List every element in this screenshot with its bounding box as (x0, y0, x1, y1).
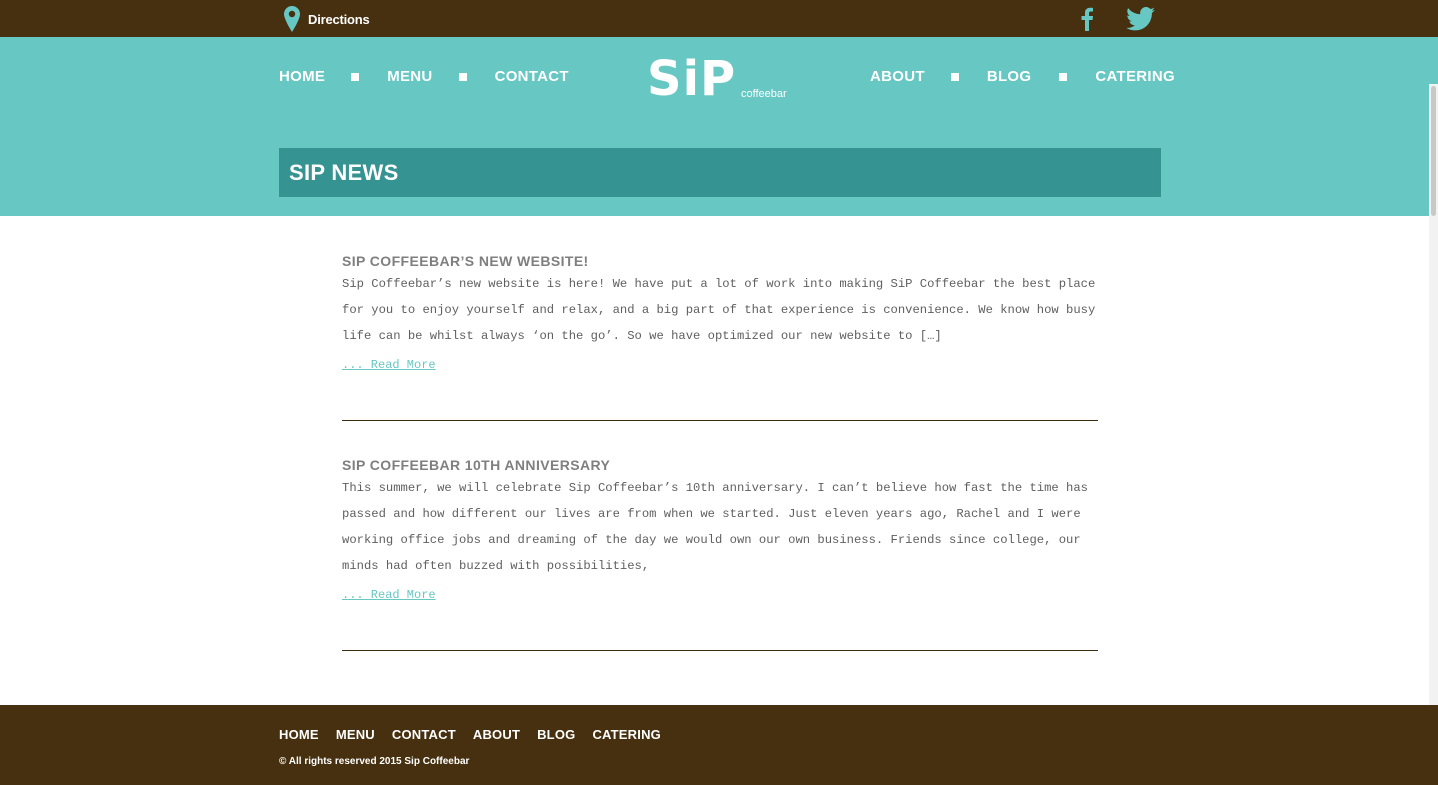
directions-label: Directions (308, 11, 370, 27)
footer-nav-home[interactable]: HOME (279, 727, 319, 742)
logo-brand: SiP (647, 56, 736, 102)
nav-catering[interactable]: CATERING (1095, 68, 1175, 85)
post-divider (342, 420, 1098, 421)
post-excerpt: Sip Coffeebar’s new website is here! We … (342, 277, 1096, 343)
post-title[interactable]: SIP COFFEEBAR’S NEW WEBSITE! (342, 253, 1098, 269)
nav-menu[interactable]: MENU (387, 68, 432, 85)
post-title[interactable]: SIP COFFEEBAR 10TH ANNIVERSARY (342, 457, 1098, 473)
sip-logo[interactable]: SiP coffeebar (647, 51, 797, 107)
top-bar: Directions (0, 0, 1438, 37)
logo-sub: coffeebar (741, 88, 787, 100)
footer-nav-blog[interactable]: BLOG (537, 727, 575, 742)
footer-nav: HOME MENU CONTACT ABOUT BLOG CATERING (279, 727, 678, 742)
twitter-icon[interactable] (1126, 7, 1155, 36)
nav-home[interactable]: HOME (279, 68, 325, 85)
main-nav-left: HOME MENU CONTACT (279, 68, 569, 85)
footer-nav-contact[interactable]: CONTACT (392, 727, 456, 742)
site-footer: HOME MENU CONTACT ABOUT BLOG CATERING © … (0, 705, 1438, 785)
nav-separator (1059, 72, 1068, 81)
page-scrollbar[interactable] (1429, 84, 1438, 785)
post-excerpt: This summer, we will celebrate Sip Coffe… (342, 481, 1088, 573)
scrollbar-thumb[interactable] (1431, 86, 1436, 216)
map-pin-icon (284, 6, 300, 32)
directions-link[interactable]: Directions (284, 6, 370, 32)
nav-about[interactable]: ABOUT (870, 68, 925, 85)
news-post: SIP COFFEEBAR 10TH ANNIVERSARY This summ… (342, 457, 1098, 603)
nav-separator (351, 72, 360, 81)
facebook-icon[interactable] (1080, 6, 1094, 36)
nav-contact[interactable]: CONTACT (495, 68, 569, 85)
nav-separator (950, 72, 959, 81)
footer-nav-menu[interactable]: MENU (336, 727, 375, 742)
footer-nav-about[interactable]: ABOUT (473, 727, 520, 742)
nav-separator (458, 72, 467, 81)
read-more-link[interactable]: ... Read More (342, 358, 436, 372)
page-title: SIP NEWS (289, 160, 399, 185)
copyright-text: © All rights reserved 2015 Sip Coffeebar (279, 756, 470, 767)
main-nav-right: ABOUT BLOG CATERING (870, 68, 1175, 85)
post-divider (342, 650, 1098, 651)
footer-nav-catering[interactable]: CATERING (592, 727, 661, 742)
read-more-link[interactable]: ... Read More (342, 588, 436, 602)
page-title-bar: SIP NEWS (279, 148, 1161, 197)
nav-blog[interactable]: BLOG (987, 68, 1032, 85)
news-post: SIP COFFEEBAR’S NEW WEBSITE! Sip Coffeeb… (342, 253, 1098, 373)
